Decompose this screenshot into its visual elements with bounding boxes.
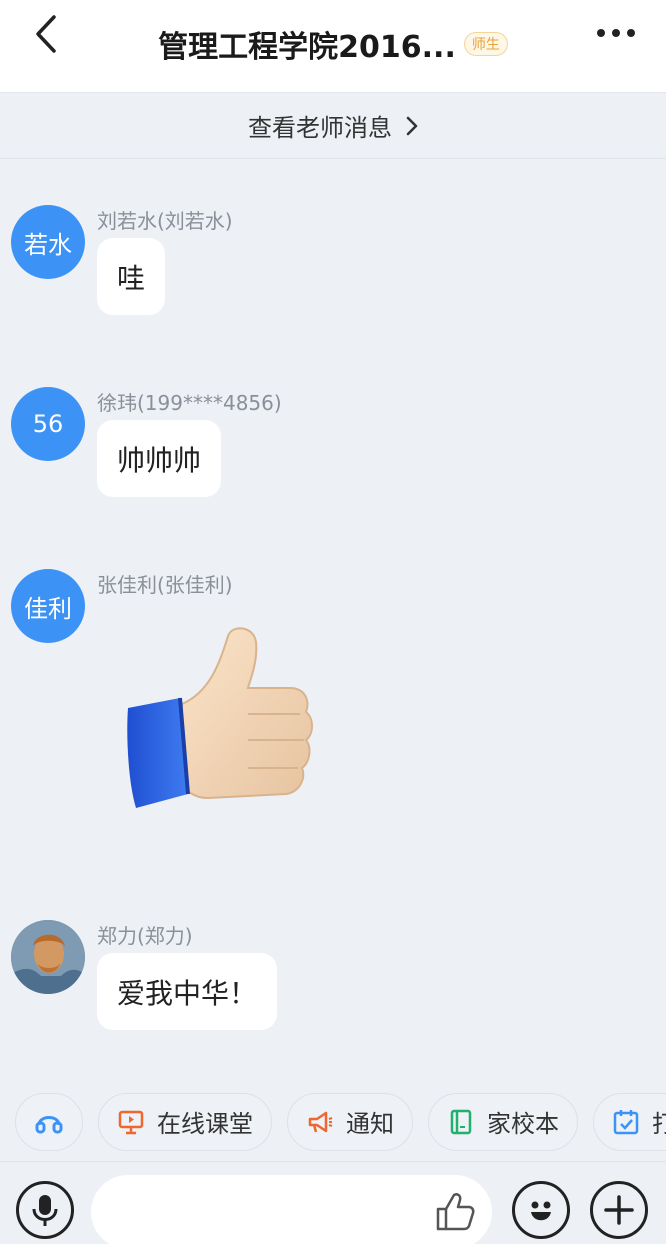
chip-label: 在线课堂 xyxy=(157,1110,253,1138)
role-badge: 师生 xyxy=(463,32,508,56)
thumbs-up-sticker[interactable] xyxy=(120,622,320,812)
chip-label: 打 xyxy=(652,1104,666,1139)
chevron-right-icon xyxy=(406,116,418,136)
calendar-check-icon xyxy=(613,1109,639,1134)
view-teacher-messages[interactable]: 查看老师消息 xyxy=(0,93,666,159)
avatar[interactable]: 若水 xyxy=(11,205,85,279)
more-button[interactable] xyxy=(594,20,638,46)
plus-button[interactable] xyxy=(590,1181,648,1239)
chip-label: 通知 xyxy=(346,1110,394,1138)
presentation-icon xyxy=(118,1110,144,1134)
online-class-chip[interactable]: 在线课堂 xyxy=(98,1092,272,1151)
more-horizontal-icon xyxy=(597,29,635,37)
input-bar xyxy=(0,1163,666,1244)
voice-button[interactable] xyxy=(16,1181,74,1239)
like-button[interactable] xyxy=(430,1187,478,1235)
sender-name: 郑力(郑力) xyxy=(97,924,193,948)
check-in-chip[interactable]: 打 xyxy=(593,1092,666,1151)
headset-icon xyxy=(35,1115,63,1133)
microphone-icon xyxy=(32,1195,58,1226)
thumbs-up-icon xyxy=(436,1193,475,1231)
portrait-avatar[interactable] xyxy=(11,920,85,994)
chip-label: 家校本 xyxy=(487,1110,559,1138)
group-title: 管理工程学院2016... xyxy=(158,30,456,65)
message-bubble[interactable]: 帅帅帅 xyxy=(97,420,222,497)
plus-icon xyxy=(604,1195,634,1225)
avatar[interactable]: 56 xyxy=(11,387,85,461)
sender-name: 刘若水(刘若水) xyxy=(97,209,233,233)
top-nav-bar: 管理工程学院2016... 师生 xyxy=(0,0,666,93)
message-bubble[interactable]: 爱我中华！ xyxy=(97,953,278,1030)
teacher-bar-label: 查看老师消息 xyxy=(248,114,392,142)
title-area: 管理工程学院2016... 师生 xyxy=(0,22,666,66)
megaphone-icon xyxy=(308,1111,333,1132)
smiley-icon xyxy=(531,1201,551,1221)
message-bubble[interactable]: 哇 xyxy=(97,238,166,315)
notice-chip[interactable]: 通知 xyxy=(287,1092,413,1151)
home-school-book-chip[interactable]: 家校本 xyxy=(428,1092,578,1151)
sender-name: 徐玮(199****4856) xyxy=(97,391,282,415)
quick-actions-bar: 在线课堂 通知 家校本 打 xyxy=(0,1082,666,1162)
headset-chip[interactable] xyxy=(15,1092,83,1151)
avatar[interactable]: 佳利 xyxy=(11,569,85,643)
emoji-button[interactable] xyxy=(512,1181,570,1239)
notebook-icon xyxy=(450,1109,472,1134)
sender-name: 张佳利(张佳利) xyxy=(97,573,233,597)
